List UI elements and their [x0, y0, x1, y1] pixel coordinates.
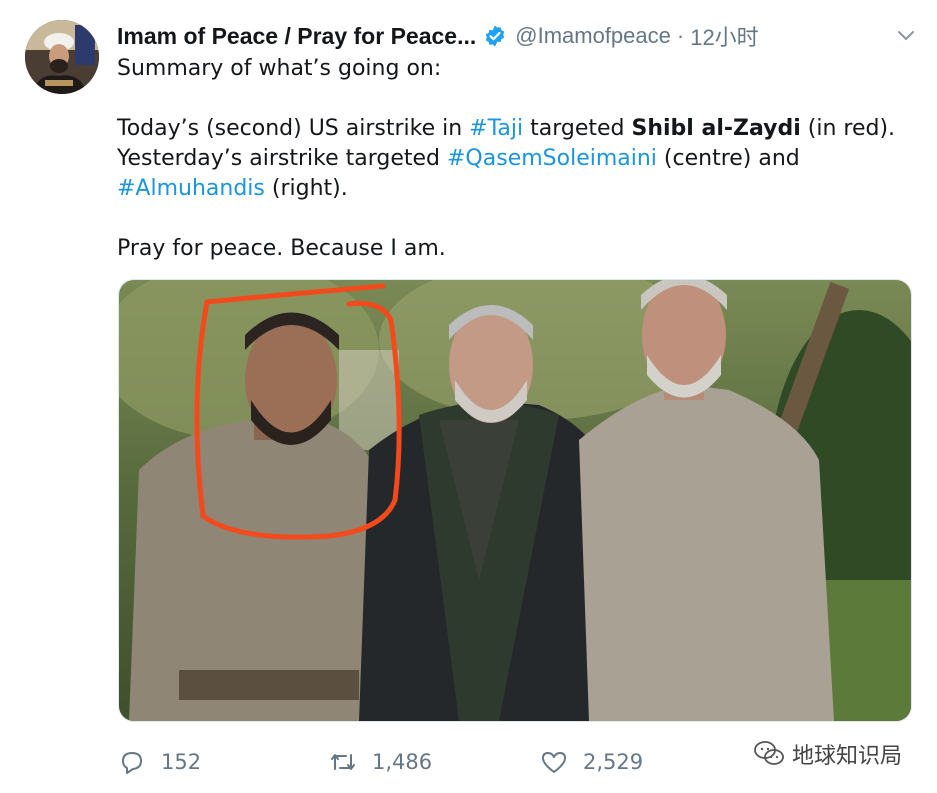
like-button[interactable]: 2,529: [539, 742, 643, 782]
tweet-line-yesterday: Yesterday’s airstrike targeted #QasemSol…: [117, 144, 917, 174]
like-count: 2,529: [583, 750, 644, 774]
tweet-line-today: Today’s (second) US airstrike in #Taji t…: [117, 114, 917, 144]
photo-three-men: [119, 280, 911, 721]
tweet-header: Imam of Peace / Pray for Peace... @Imamo…: [117, 18, 917, 54]
tweet-line-summary: Summary of what’s going on:: [117, 56, 442, 81]
watermark: 地球知识局: [752, 737, 902, 771]
tweet-time[interactable]: 12小时: [690, 20, 758, 52]
bold-name: Shibl al-Zaydi: [631, 116, 801, 141]
retweet-count: 1,486: [372, 750, 433, 774]
watermark-text: 地球知识局: [792, 743, 903, 768]
text-segment: (right).: [264, 176, 348, 201]
hashtag-taji[interactable]: #Taji: [469, 116, 523, 141]
chevron-down-icon[interactable]: [895, 24, 917, 46]
tweet-line-almuhandis: #Almuhandis (right).: [117, 174, 917, 204]
retweet-icon: [331, 754, 355, 770]
author-name[interactable]: Imam of Peace / Pray for Peace...: [117, 23, 476, 50]
reply-button[interactable]: 152: [117, 742, 201, 782]
text-segment: Today’s (second) US airstrike in: [117, 116, 470, 141]
hashtag-almuhandis[interactable]: #Almuhandis: [117, 176, 265, 201]
tweet-photo[interactable]: [118, 279, 912, 722]
wechat-icon: [754, 741, 784, 765]
text-segment: (in red).: [800, 116, 896, 141]
author-handle[interactable]: @Imamofpeace: [515, 23, 671, 49]
text-segment: (centre) and: [656, 146, 800, 171]
author-avatar[interactable]: [25, 20, 99, 94]
retweet-button[interactable]: 1,486: [328, 742, 432, 782]
text-segment: Yesterday’s airstrike targeted: [117, 146, 447, 171]
reply-icon: [122, 752, 142, 774]
hashtag-qasemsoleimaini[interactable]: #QasemSoleimaini: [447, 146, 657, 171]
heart-icon: [542, 752, 566, 773]
text-segment: targeted: [523, 116, 632, 141]
verified-badge-icon: [486, 25, 505, 47]
reply-count: 152: [161, 750, 202, 774]
time-separator: ·: [676, 23, 685, 48]
tweet-line-pray: Pray for peace. Because I am.: [117, 236, 446, 261]
avatar-image: [25, 20, 99, 94]
tweet-body: Summary of what’s going on: Today’s (sec…: [117, 54, 917, 264]
